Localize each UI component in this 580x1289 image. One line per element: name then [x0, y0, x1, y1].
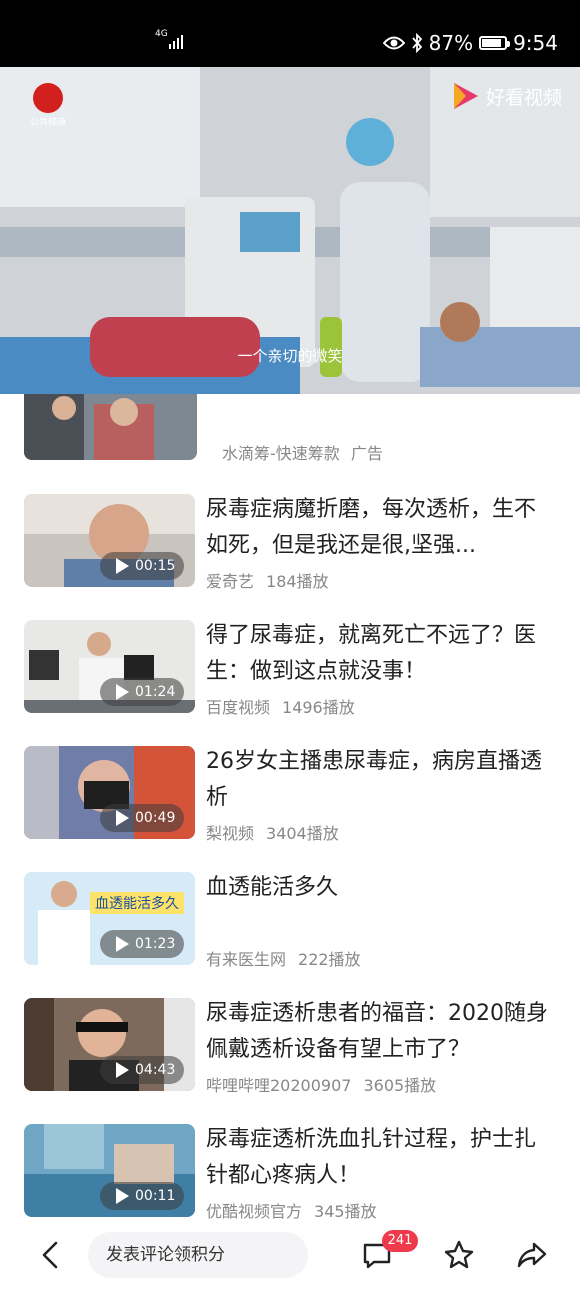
play-icon: [116, 810, 129, 826]
video-subtitle: 一个亲切的微笑: [237, 347, 343, 365]
battery-percent: 87%: [428, 31, 474, 55]
play-count: 222播放: [298, 950, 361, 969]
duration: 01:24: [135, 684, 176, 700]
channel-label: 公共频道: [29, 118, 66, 128]
play-count: 345播放: [314, 1202, 377, 1221]
play-count: 1496播放: [282, 698, 355, 717]
video-meta: 梨视频 3404播放: [206, 820, 351, 844]
bluetooth-icon: [411, 33, 422, 53]
list-item[interactable]: 00:15 尿毒症病魔折磨，每次透析，生不如死，但是我还是很,坚强... 爱奇艺…: [0, 494, 580, 614]
video-source: 有来医生网: [206, 950, 287, 969]
video-meta: 哔哩哔哩20200907 3605播放: [206, 1072, 448, 1096]
play-icon: [116, 936, 129, 952]
comment-count-badge: 241: [382, 1230, 418, 1252]
video-source: 爱奇艺: [206, 572, 255, 591]
thumbnail-caption: 血透能活多久: [90, 892, 184, 914]
duration: 00:15: [135, 558, 176, 574]
play-icon: [116, 558, 129, 574]
video-thumbnail[interactable]: 01:24: [24, 620, 195, 713]
video-title[interactable]: 尿毒症透析患者的福音：2020随身佩戴透析设备有望上市了？: [206, 996, 556, 1068]
play-count: 3605播放: [363, 1076, 437, 1095]
brand-name: 好看视频: [485, 86, 562, 109]
duration: 00:11: [135, 1188, 176, 1204]
video-title[interactable]: 尿毒症病魔折磨，每次透析，生不如死，但是我还是很,坚强...: [206, 492, 556, 564]
list-item[interactable]: 01:24 得了尿毒症，就离死亡不远了？医生：做到这点就没事！ 百度视频 1496…: [0, 620, 580, 740]
ad-meta: 水滴筹-快速筹款 广告: [222, 440, 383, 464]
network-type: 4G: [155, 29, 168, 39]
video-source: 百度视频: [206, 698, 271, 717]
back-icon[interactable]: [38, 1240, 64, 1270]
video-title[interactable]: 尿毒症透析洗血扎针过程，护士扎针都心疼病人！: [206, 1122, 556, 1194]
duration: 01:23: [135, 936, 176, 952]
video-meta: 爱奇艺 184播放: [206, 568, 341, 592]
share-icon[interactable]: [515, 1238, 549, 1272]
video-title[interactable]: 得了尿毒症，就离死亡不远了？医生：做到这点就没事！: [206, 618, 556, 690]
channel-logo-icon: [33, 83, 63, 113]
eye-icon: [382, 36, 405, 50]
video-thumbnail[interactable]: 00:15: [24, 494, 195, 587]
duration: 04:43: [135, 1062, 176, 1078]
play-icon: [116, 1062, 129, 1078]
video-thumbnail[interactable]: 00:49: [24, 746, 195, 839]
ad-source: 水滴筹-快速筹款: [222, 444, 340, 463]
video-player[interactable]: 公共频道 好看视频 一个亲切的微笑: [0, 67, 580, 394]
video-source: 哔哩哔哩20200907: [206, 1076, 352, 1095]
ad-item[interactable]: 水滴筹-快速筹款 广告: [0, 394, 580, 476]
video-thumbnail[interactable]: 血透能活多久 01:23: [24, 872, 195, 965]
clock: 9:54: [513, 31, 558, 55]
duration-badge: 00:15: [100, 552, 184, 580]
duration: 00:49: [135, 810, 176, 826]
duration-badge: 04:43: [100, 1056, 184, 1084]
play-count: 184播放: [266, 572, 329, 591]
ad-thumbnail[interactable]: [24, 394, 197, 460]
ad-tag: 广告: [350, 444, 383, 463]
duration-badge: 01:24: [100, 678, 184, 706]
video-meta: 优酷视频官方 345播放: [206, 1198, 389, 1222]
channel-logo: 公共频道: [26, 83, 70, 128]
video-source: 优酷视频官方: [206, 1202, 303, 1221]
play-icon: [116, 1188, 129, 1204]
duration-badge: 01:23: [100, 930, 184, 958]
brand-watermark: 好看视频: [450, 81, 562, 111]
comment-input[interactable]: 发表评论领积分: [88, 1232, 308, 1278]
duration-badge: 00:11: [100, 1182, 184, 1210]
play-logo-icon: [453, 83, 478, 109]
list-item[interactable]: 00:49 26岁女主播患尿毒症，病房直播透析 梨视频 3404播放: [0, 746, 580, 866]
video-title[interactable]: 26岁女主播患尿毒症，病房直播透析: [206, 744, 556, 816]
star-icon[interactable]: [442, 1238, 476, 1272]
duration-badge: 00:49: [100, 804, 184, 832]
signal-icon: [169, 35, 183, 49]
video-meta: 有来医生网 222播放: [206, 946, 373, 970]
video-meta: 百度视频 1496播放: [206, 694, 367, 718]
video-thumbnail[interactable]: 00:11: [24, 1124, 195, 1217]
play-count: 3404播放: [266, 824, 339, 843]
list-item[interactable]: 04:43 尿毒症透析患者的福音：2020随身佩戴透析设备有望上市了？ 哔哩哔哩…: [0, 998, 580, 1118]
video-title[interactable]: 血透能活多久: [206, 870, 556, 906]
video-source: 梨视频: [206, 824, 255, 843]
video-thumbnail[interactable]: 04:43: [24, 998, 195, 1091]
list-item[interactable]: 血透能活多久 01:23 血透能活多久 有来医生网 222播放: [0, 872, 580, 992]
play-icon: [116, 684, 129, 700]
status-bar: 4G 87% 9:54: [0, 0, 580, 67]
battery-icon: [479, 36, 511, 50]
bottom-action-bar: 发表评论领积分 241: [0, 1220, 580, 1289]
